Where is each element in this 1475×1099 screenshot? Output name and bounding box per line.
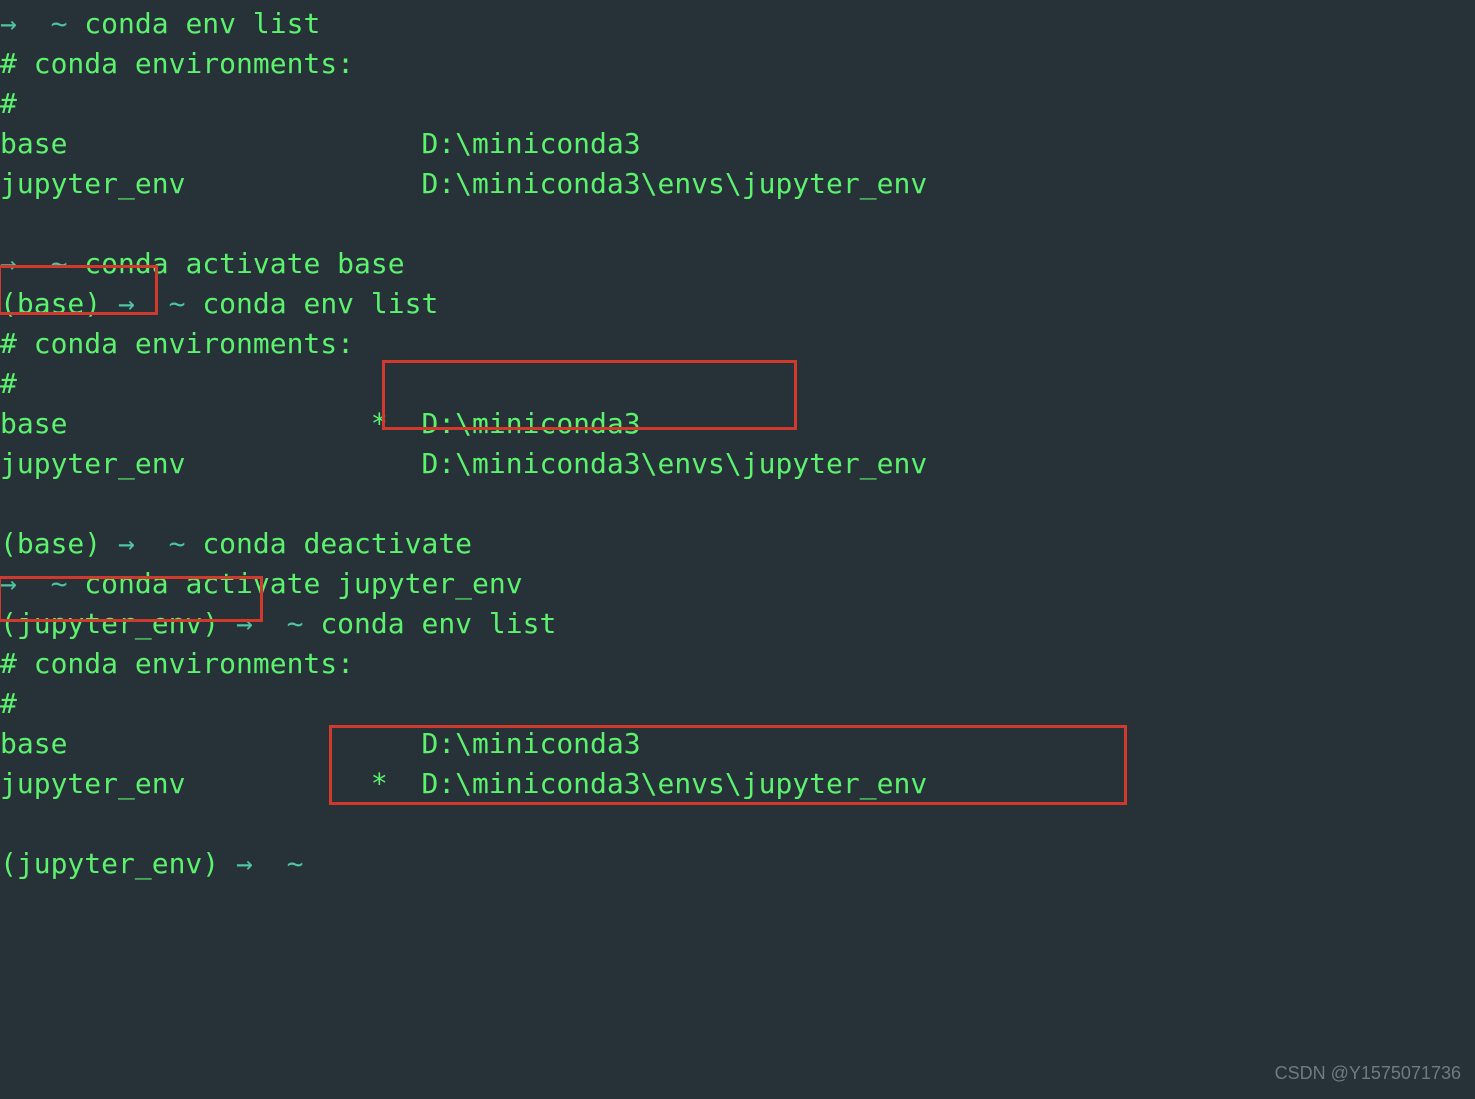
watermark: CSDN @Y1575071736 xyxy=(1275,1053,1461,1093)
prompt-line-6[interactable]: (jupyter_env) → ~ conda env list xyxy=(0,607,556,640)
cmd-env-list: conda env list xyxy=(320,607,556,640)
prompt-line-5[interactable]: → ~ conda activate jupyter_env xyxy=(0,567,523,600)
active-star: * xyxy=(371,407,388,440)
env-row-jupyter: jupyter_env D:\miniconda3\envs\jupyter_e… xyxy=(0,447,927,480)
tilde-icon: ~ xyxy=(287,847,304,880)
prompt-jupyter: (jupyter_env) xyxy=(0,847,219,880)
env-row-base: base D:\miniconda3 xyxy=(0,727,641,760)
prompt-line-1[interactable]: → ~ conda env list xyxy=(0,7,320,40)
env-path-jupyter: D:\miniconda3\envs\jupyter_env xyxy=(421,447,927,480)
env-path-jupyter: D:\miniconda3\envs\jupyter_env xyxy=(421,167,927,200)
output-hash: # xyxy=(0,367,17,400)
tilde-icon: ~ xyxy=(287,607,304,640)
tilde-icon: ~ xyxy=(169,287,186,320)
output-header: # conda environments: xyxy=(0,47,354,80)
output-hash: # xyxy=(0,87,17,120)
prompt-base: (base) xyxy=(0,527,101,560)
env-row-base-active: base * D:\miniconda3 xyxy=(0,407,641,440)
env-row-jupyter-active: jupyter_env * D:\miniconda3\envs\jupyter… xyxy=(0,767,927,800)
tilde-icon: ~ xyxy=(169,527,186,560)
output-header: # conda environments: xyxy=(0,327,354,360)
arrow-icon: → xyxy=(0,7,17,40)
env-name-base: base xyxy=(0,127,67,160)
env-path-base: D:\miniconda3 xyxy=(421,727,640,760)
arrow-icon: → xyxy=(236,847,253,880)
env-name-jupyter: jupyter_env xyxy=(0,167,185,200)
env-path-base: D:\miniconda3 xyxy=(421,127,640,160)
env-row-base: base D:\miniconda3 xyxy=(0,127,641,160)
arrow-icon: → xyxy=(0,247,17,280)
env-name-jupyter: jupyter_env xyxy=(0,447,185,480)
arrow-icon: → xyxy=(118,527,135,560)
env-name-base: base xyxy=(0,407,67,440)
cmd-activate-base: conda activate base xyxy=(84,247,404,280)
prompt-line-4[interactable]: (base) → ~ conda deactivate xyxy=(0,527,472,560)
tilde-icon: ~ xyxy=(51,7,68,40)
output-header: # conda environments: xyxy=(0,647,354,680)
tilde-icon: ~ xyxy=(51,247,68,280)
cmd-env-list: conda env list xyxy=(84,7,320,40)
prompt-line-2[interactable]: → ~ conda activate base xyxy=(0,247,405,280)
arrow-icon: → xyxy=(236,607,253,640)
prompt-base: (base) xyxy=(0,287,101,320)
active-star: * xyxy=(371,767,388,800)
prompt-line-3[interactable]: (base) → ~ conda env list xyxy=(0,287,438,320)
tilde-icon: ~ xyxy=(51,567,68,600)
output-hash: # xyxy=(0,687,17,720)
env-name-jupyter: jupyter_env xyxy=(0,767,185,800)
cmd-activate-jupyter: conda activate jupyter_env xyxy=(84,567,522,600)
arrow-icon: → xyxy=(0,567,17,600)
cmd-env-list: conda env list xyxy=(202,287,438,320)
env-name-base: base xyxy=(0,727,67,760)
prompt-line-7[interactable]: (jupyter_env) → ~ xyxy=(0,847,303,880)
arrow-icon: → xyxy=(118,287,135,320)
cmd-deactivate: conda deactivate xyxy=(202,527,472,560)
prompt-jupyter: (jupyter_env) xyxy=(0,607,219,640)
terminal[interactable]: → ~ conda env list # conda environments:… xyxy=(0,4,927,884)
env-row-jupyter: jupyter_env D:\miniconda3\envs\jupyter_e… xyxy=(0,167,927,200)
env-path-base: D:\miniconda3 xyxy=(421,407,640,440)
env-path-jupyter: D:\miniconda3\envs\jupyter_env xyxy=(421,767,927,800)
